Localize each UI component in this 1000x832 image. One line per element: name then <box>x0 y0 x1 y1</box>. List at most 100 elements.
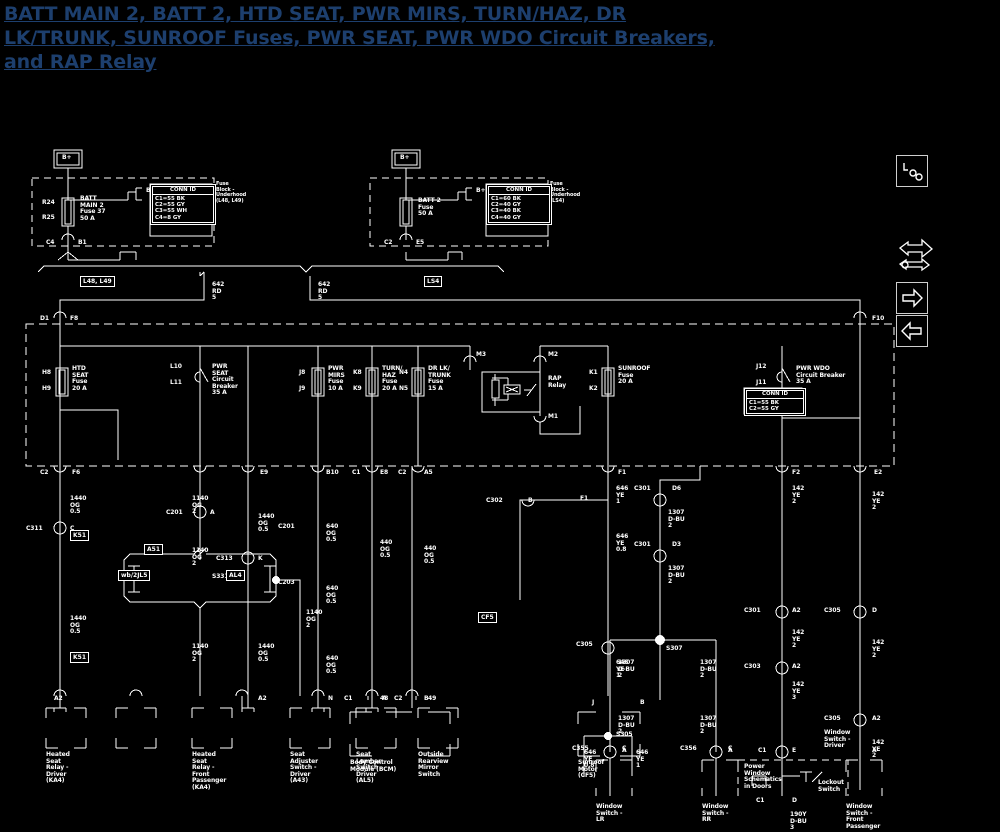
rap-relay-label: RAP Relay <box>548 375 567 389</box>
bplus-label-right: B+ <box>400 154 410 161</box>
wire-label-1440og05-d: 1440 OG 0.5 <box>258 643 275 664</box>
component-pin-a2-b: A2 <box>258 695 267 702</box>
connector-c311: C311 <box>26 525 43 532</box>
feed-wire-label-1: 642 RD 5 <box>212 281 225 302</box>
out-pin-c2b: C2 <box>398 469 407 476</box>
conn-id-box-left: CONN ID C1=55 BK C2=55 GY C3=55 WH C4=8 GY <box>150 184 216 225</box>
out-tag-f1: F1 <box>618 469 627 476</box>
device-dr-lk-trunk-fuse-label: DR LK/ TRUNK Fuse 15 A <box>428 365 451 392</box>
wire-label-142ye-c: 142 YE 3 <box>792 681 805 702</box>
component-sunroof-motor: Sunroof Motor (CF5) <box>578 759 604 780</box>
conn-id-header: CONN ID <box>488 186 550 195</box>
wire-label-640og-a: 640 OG 0.5 <box>326 523 339 544</box>
fuse-block-caption-left: Fuse Block - Underhood (L48, L49) <box>216 181 247 204</box>
pin-h8: H8 <box>42 369 51 376</box>
device-htd-seat-fuse-label: HTD SEAT Fuse 20 A <box>72 365 89 392</box>
component-pin-n: N <box>328 695 333 702</box>
component-window-switch-rr: Window Switch - RR <box>702 803 729 824</box>
connector-c305-right-pin: D <box>872 607 877 614</box>
wire-label-640og-c: 640 OG 0.5 <box>326 655 339 676</box>
conn-id-header: CONN ID <box>746 390 804 399</box>
conn-id-rows: C1=55 BK C2=55 GY C3=55 WH C4=8 GY <box>152 195 214 223</box>
pin-k1: K1 <box>589 369 598 376</box>
bus-tag-l48-l49: L48, L49 <box>80 276 115 287</box>
pan-zoom-tool-icon[interactable] <box>896 234 938 276</box>
fuse-out-pin-b1: B1 <box>78 239 87 246</box>
fuse-out-pin-c2: C2 <box>384 239 393 246</box>
connector-c301-lower: C301 <box>634 541 651 548</box>
connector-c303-pin: A2 <box>792 663 801 670</box>
fuse-out-pin-e5: E5 <box>416 239 425 246</box>
fuse-pin-r24: R24 <box>42 199 55 206</box>
bplus-label-left: B+ <box>62 154 72 161</box>
wire-label-1307dbu-b: 1307 D-BU 2 <box>668 565 685 586</box>
title-line-3: and RAP Relay <box>4 51 157 73</box>
out-tag-f2: F2 <box>792 469 801 476</box>
device-pwr-seat-breaker-label: PWR SEAT Circuit Breaker 35 A <box>212 363 238 397</box>
pin-k8: K8 <box>353 369 362 376</box>
wire-label-142ye-d: 142 YE 2 <box>872 491 885 512</box>
ref-tag-cf5[interactable]: CF5 <box>478 612 497 623</box>
component-window-switch-lr: Window Switch - LR <box>596 803 623 824</box>
component-seat-adjuster-switch: Seat Adjuster Switch - Driver (A43) <box>290 751 318 785</box>
wire-label-1140og2-b: 1140 OG 2 <box>192 547 209 568</box>
previous-page-button[interactable] <box>896 315 928 347</box>
component-heated-seat-relay-driver: Heated Seat Relay - Driver (KA4) <box>46 751 70 785</box>
wire-label-440og-b: 440 OG 0.5 <box>424 545 437 566</box>
locator-button[interactable] <box>896 155 928 187</box>
connector-c201: C201 <box>166 509 183 516</box>
connector-c201-right: C201 <box>278 523 295 530</box>
wire-label-142ye-e: 142 YE 2 <box>872 639 885 660</box>
ref-tag-al4[interactable]: AL4 <box>226 570 245 581</box>
bus-tag-ls4: LS4 <box>424 276 443 287</box>
next-page-button[interactable] <box>896 282 928 314</box>
device-pwr-wdo-breaker-label: PWR WDO Circuit Breaker 35 A <box>796 365 846 386</box>
window-fp-pin: A <box>872 747 877 754</box>
connector-c302: C302 <box>486 497 503 504</box>
connector-c305: C305 <box>576 641 593 648</box>
connector-c303: C303 <box>744 663 761 670</box>
sunroof-pin-b: B <box>640 699 645 706</box>
fuse-block-caption-right: Fuse Block - Underhood (LS4) <box>550 181 581 204</box>
connector-c305-right: C305 <box>824 607 841 614</box>
ref-tag-k51-b[interactable]: K51 <box>70 652 89 663</box>
component-outside-rearview-mirror-switch: Outside Rearview Mirror Switch <box>418 751 449 778</box>
component-power-window-schematics: Power Window Schematics in Doors <box>744 763 782 790</box>
wire-label-142ye-a: 142 YE 2 <box>792 485 805 506</box>
page-title: BATT MAIN 2, BATT 2, HTD SEAT, PWR MIRS,… <box>0 0 1000 74</box>
bcm-pin-c2: C2 <box>394 695 403 702</box>
conn-id-rows: C1=55 BK C2=55 GY <box>746 399 804 415</box>
wire-label-1307dbu-d: 1307 D-BU 2 <box>700 715 717 736</box>
pin-j9: J9 <box>299 385 306 392</box>
connector-c355: C355 <box>572 745 589 752</box>
conn-id-rows: C1=60 BK C2=40 GY C3=40 BK C4=40 GY <box>488 195 550 223</box>
component-window-switch-driver: Window Switch - Driver <box>824 729 851 750</box>
component-pin-a2-a: A2 <box>54 695 63 702</box>
component-lockout-switch: Lockout Switch <box>818 779 844 793</box>
pin-l11: L11 <box>170 379 182 386</box>
wire-label-646ye-b: 646 YE 0.8 <box>616 533 629 554</box>
connector-c203: C203 <box>278 579 295 586</box>
relay-pin-m3: M3 <box>476 351 486 358</box>
connector-c301-right: C301 <box>744 607 761 614</box>
wire-label-440og-a: 440 OG 0.5 <box>380 539 393 560</box>
component-heated-seat-relay-passenger: Heated Seat Relay - Front Passenger (KA4… <box>192 751 227 791</box>
ref-tag-wb2jl5[interactable]: wb/2JL5 <box>118 570 151 581</box>
out-tag-a5: A5 <box>424 469 433 476</box>
connector-c301-upper-pin: D6 <box>672 485 681 492</box>
ref-tag-a51[interactable]: A51 <box>144 544 163 555</box>
window-lr-pin: A <box>622 747 627 754</box>
ref-tag-k51-a[interactable]: K51 <box>70 530 89 541</box>
device-sunroof-fuse-label: SUNROOF Fuse 20 A <box>618 365 651 386</box>
wire-label-646ye-e: 646 YE 1 <box>636 749 649 770</box>
relay-pin-m2: M2 <box>548 351 558 358</box>
sunroof-pin-j: J <box>592 699 595 706</box>
wire-label-1140og2-a: 1140 OG 2 <box>192 495 209 516</box>
wiring-diagram-canvas: B+ B+ B+ Bus B+ Bus BATT MAIN 2 Fuse 37 … <box>0 100 1000 831</box>
feed-wire-label-2: 642 RD 5 <box>318 281 331 302</box>
out-tag-e8: E8 <box>380 469 389 476</box>
main-in-tag-f8: F8 <box>70 315 79 322</box>
wire-label-190y-dbu: 190Y D-BU 3 <box>790 811 807 832</box>
out-tag-b10: B10 <box>326 469 339 476</box>
wire-label-1307dbu-f: 1307 D-BU 2 <box>700 659 717 680</box>
